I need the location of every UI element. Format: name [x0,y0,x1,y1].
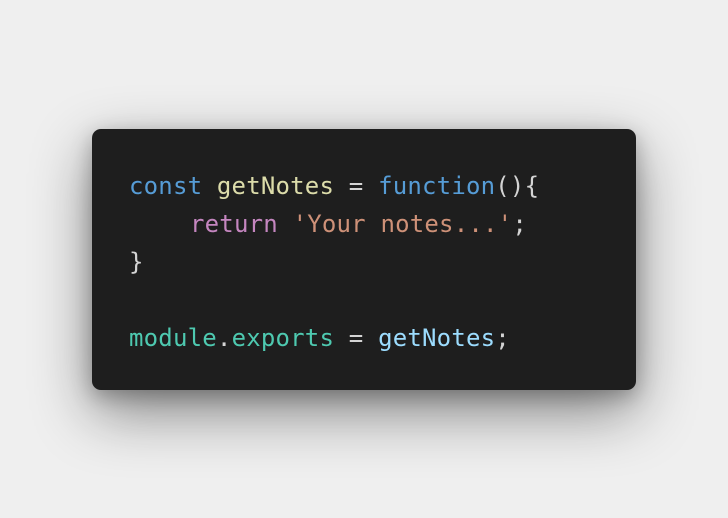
code-line-4-empty [129,281,636,319]
code-line-1: const getNotes = function(){ [129,167,636,205]
assignment-operator: = [348,324,364,352]
semicolon: ; [512,210,527,238]
return-keyword: return [190,210,278,238]
assignment-operator: = [348,172,364,200]
function-name: getNotes [216,172,335,200]
code-line-3: } [129,243,636,281]
close-brace: } [129,248,144,276]
const-keyword: const [129,172,203,200]
exports-identifier: exports [231,324,335,352]
code-snippet-window: const getNotes = function(){ return 'You… [92,129,636,390]
module-identifier: module [129,324,217,352]
member-dot: . [216,324,232,352]
open-parens-brace: (){ [495,172,540,200]
function-keyword: function [378,172,496,200]
exported-variable: getNotes [378,324,496,352]
string-literal: 'Your notes...' [292,210,513,238]
code-line-2: return 'Your notes...'; [129,205,636,243]
semicolon: ; [495,324,510,352]
code-line-5: module.exports = getNotes; [129,319,636,357]
